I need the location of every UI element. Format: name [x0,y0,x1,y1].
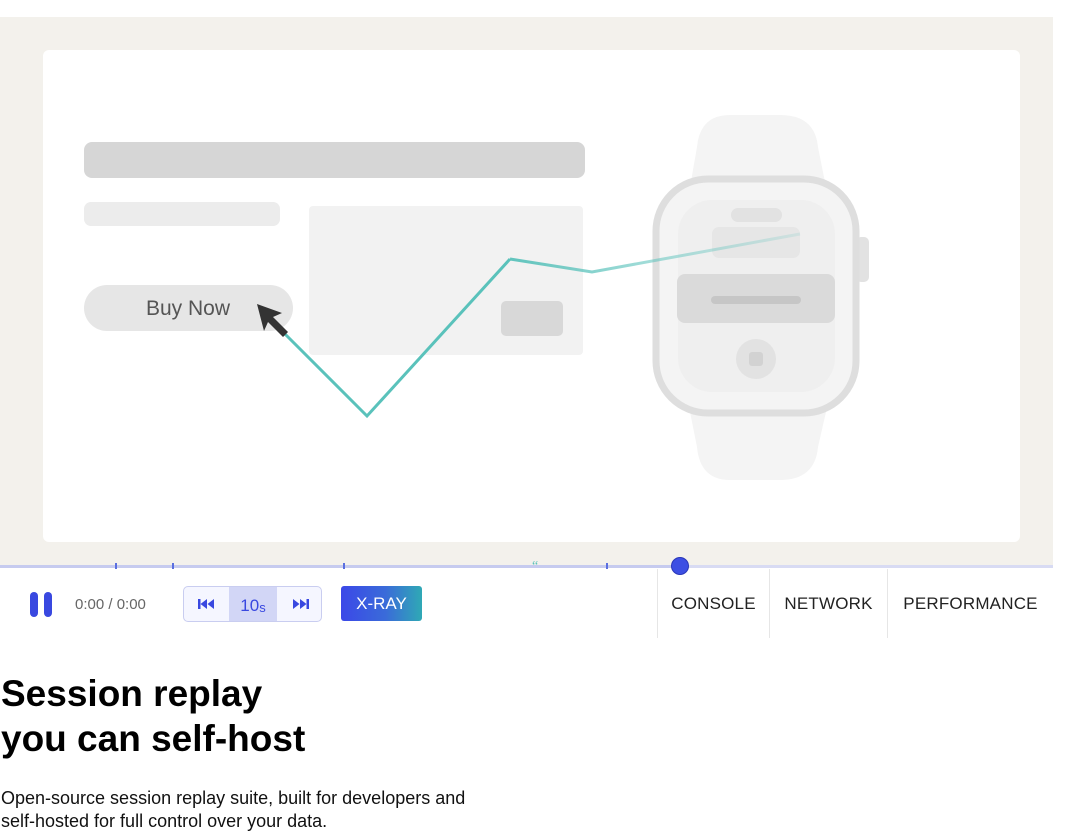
hero-title: Session replay you can self-host [1,671,601,761]
pause-button[interactable] [29,591,55,617]
hero-subtitle-line-2: self-hosted for full control over your d… [1,811,328,831]
timeline-progress [0,565,680,568]
replay-illustration: Buy Now [84,115,869,480]
buy-now-label: Buy Now [146,297,231,320]
tab-network[interactable]: NETWORK [769,569,887,638]
skip-interval-selector[interactable]: 10 s [229,587,277,621]
skip-forward-button[interactable] [277,587,321,621]
skip-back-button[interactable] [184,587,229,621]
time-readout: 0:00 / 0:00 [75,596,146,613]
xray-button[interactable]: X-RAY [341,586,422,621]
smartwatch-illustration [652,115,869,480]
skip-interval-value: 10 [240,596,260,615]
rewind-icon [197,599,214,609]
session-replay-stage: Buy Now [0,17,1053,565]
pause-icon [44,592,52,617]
hero-title-line-1: Session replay [1,673,263,714]
skip-controls: 10 s [183,586,322,622]
hero-title-line-2: you can self-host [1,718,306,759]
hero-subtitle: Open-source session replay suite, built … [1,787,561,833]
skip-interval-unit: s [259,600,266,615]
skeleton-card-button [501,301,563,336]
player-control-bar: 0:00 / 0:00 10 s X-RAY CONSOLE NETWORK PE… [0,569,1053,639]
hero-subtitle-line-1: Open-source session replay suite, built … [1,788,466,808]
tab-performance[interactable]: PERFORMANCE [887,569,1053,638]
skeleton-text-bar [84,202,280,226]
fast-forward-icon [292,599,309,609]
skeleton-heading-bar [84,142,585,178]
tab-console[interactable]: CONSOLE [657,569,769,638]
pause-icon [30,592,38,617]
